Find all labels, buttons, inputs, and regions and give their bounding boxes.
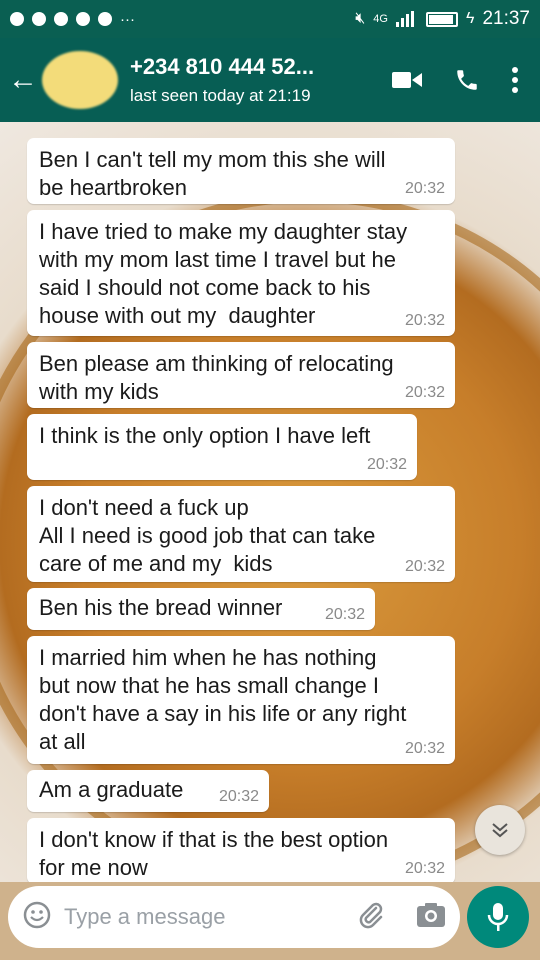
composer <box>0 882 540 960</box>
message-text: I think is the only option I have left <box>39 423 371 448</box>
more-notifications-icon: ··· <box>120 10 135 28</box>
emoji-icon[interactable] <box>22 900 52 935</box>
message-time: 20:32 <box>404 384 445 401</box>
video-call-icon[interactable] <box>392 69 422 91</box>
message-text: Ben please am thinking of relocating wit… <box>39 351 394 404</box>
message-time: 20:32 <box>404 312 445 329</box>
message-time: 20:32 <box>404 558 445 575</box>
notification-icons: ··· <box>10 11 135 28</box>
message-input-container <box>8 886 460 948</box>
signal-icon <box>395 11 414 27</box>
chat-header: ← +234 810 444 52... last seen today at … <box>0 38 540 122</box>
message-text: Ben I can't tell my mom this she will be… <box>39 147 386 200</box>
back-arrow-icon[interactable]: ← <box>8 63 38 97</box>
chevron-double-down-icon <box>492 823 508 838</box>
network-type: 4G <box>373 13 388 25</box>
status-bar: ··· 🔇︎ 4G ϟ 21:37 <box>0 0 540 38</box>
message-bubble[interactable]: I think is the only option I have left 2… <box>27 414 417 480</box>
clock: 21:37 <box>482 8 530 29</box>
battery-icon <box>425 11 458 27</box>
message-bubble[interactable]: Ben please am thinking of relocating wit… <box>27 342 455 408</box>
message-bubble[interactable]: I have tried to make my daughter stay wi… <box>27 210 455 336</box>
message-bubble[interactable]: I don't know if that is the best option … <box>27 818 455 882</box>
message-time: 20:32 <box>218 788 259 805</box>
message-time: 20:32 <box>404 180 445 197</box>
message-bubble[interactable]: I don't need a fuck up All I need is goo… <box>27 486 455 582</box>
camera-icon[interactable] <box>416 902 446 933</box>
attach-icon[interactable] <box>356 900 386 935</box>
notification-icon <box>76 12 90 26</box>
charging-icon: ϟ <box>465 10 475 27</box>
message-time: 20:32 <box>404 740 445 757</box>
contact-info[interactable]: +234 810 444 52... last seen today at 21… <box>130 54 314 106</box>
message-text: I have tried to make my daughter stay wi… <box>39 219 408 328</box>
notification-icon <box>98 12 112 26</box>
mic-icon <box>487 903 509 931</box>
message-text: I don't need a fuck up All I need is goo… <box>39 495 376 576</box>
avatar[interactable] <box>42 51 118 109</box>
message-input[interactable] <box>62 903 356 931</box>
message-text: I don't know if that is the best option … <box>39 827 389 880</box>
message-time: 20:32 <box>404 860 445 877</box>
message-text: Ben his the bread winner <box>39 595 283 620</box>
contact-name: +234 810 444 52... <box>130 54 315 79</box>
notification-icon <box>32 12 46 26</box>
mute-icon: 🔇︎ <box>355 10 366 27</box>
message-time: 20:32 <box>324 606 365 623</box>
message-bubble[interactable]: Ben his the bread winner 20:32 <box>27 588 375 630</box>
message-bubble[interactable]: I married him when he has nothing but no… <box>27 636 455 764</box>
message-bubble[interactable]: Am a graduate 20:32 <box>27 770 269 812</box>
phone-icon[interactable] <box>454 67 480 93</box>
message-bubble[interactable]: Ben I can't tell my mom this she will be… <box>27 138 455 204</box>
more-vert-icon[interactable] <box>512 67 518 93</box>
last-seen: last seen today at 21:19 <box>130 86 311 105</box>
notification-icon <box>10 12 24 26</box>
notification-icon <box>54 12 68 26</box>
mic-button[interactable] <box>467 886 529 948</box>
scroll-to-bottom-button[interactable] <box>475 805 525 855</box>
message-time: 20:32 <box>366 456 407 473</box>
message-text: I married him when he has nothing but no… <box>39 645 407 754</box>
chat-area[interactable]: Ben I can't tell my mom this she will be… <box>0 122 540 882</box>
